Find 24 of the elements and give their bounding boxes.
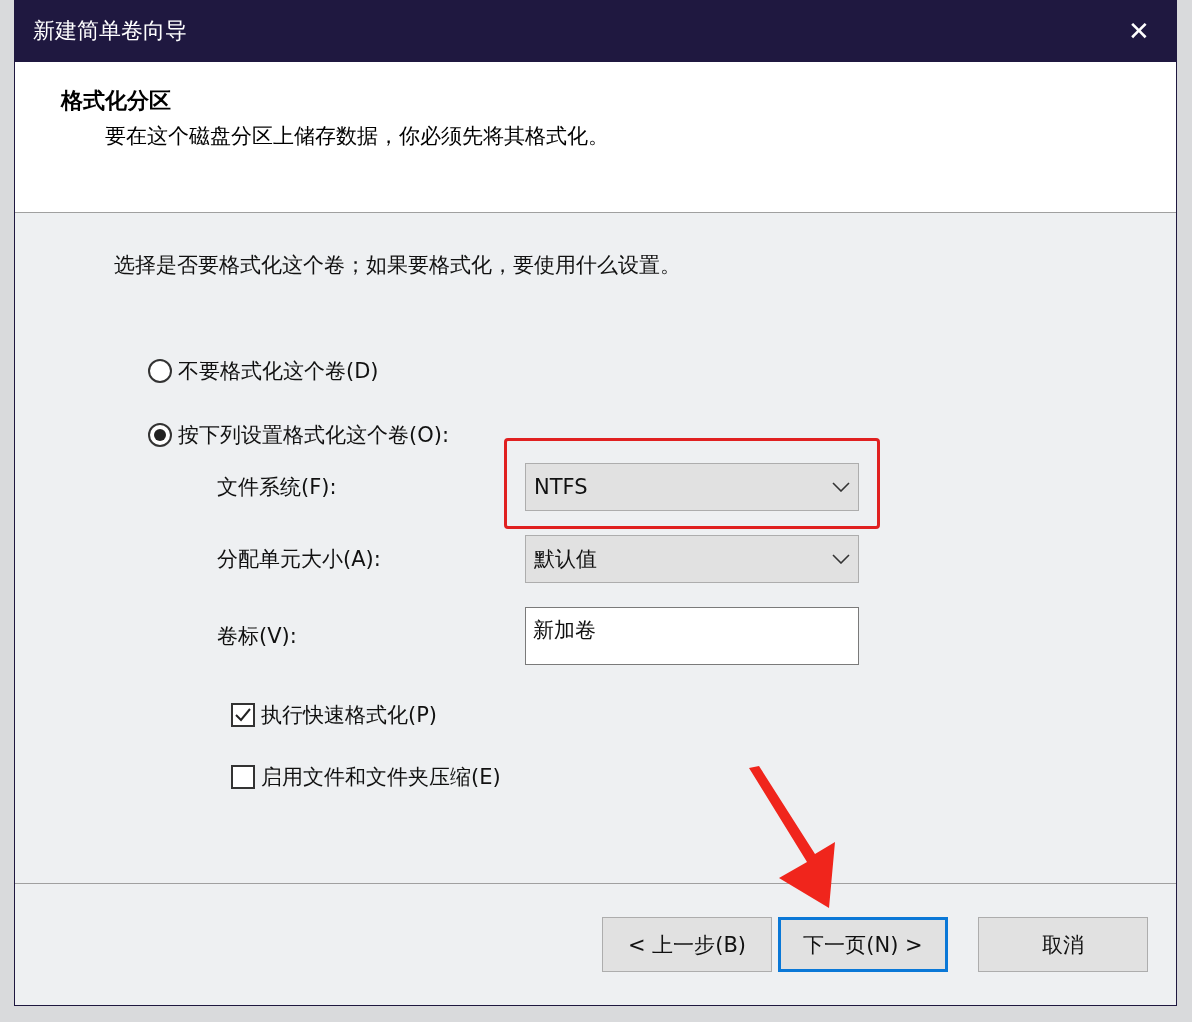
chevron-down-icon [832, 482, 850, 492]
field-label: 卷标(V): [217, 623, 298, 650]
checkbox-label: 执行快速格式化(P) [261, 702, 438, 729]
checkbox-label: 启用文件和文件夹压缩(E) [261, 764, 501, 791]
chevron-down-icon [832, 554, 850, 564]
instruction-text: 选择是否要格式化这个卷；如果要格式化，要使用什么设置。 [114, 252, 682, 279]
window-title: 新建简单卷向导 [33, 17, 187, 45]
option-label: 不要格式化这个卷(D) [178, 358, 379, 385]
dropdown-field[interactable]: NTFS [525, 463, 859, 511]
page-description: 要在这个磁盘分区上储存数据，你必须先将其格式化。 [105, 123, 610, 150]
page-heading: 格式化分区 [61, 87, 172, 115]
radio-button[interactable] [148, 423, 172, 447]
field-label: 分配单元大小(A): [217, 546, 382, 573]
close-button[interactable]: ✕ [1120, 11, 1158, 51]
checkbox[interactable] [231, 765, 255, 789]
checkbox[interactable] [231, 703, 255, 727]
field-label: 文件系统(F): [217, 474, 338, 501]
input-field[interactable]: 新加卷 [525, 607, 859, 665]
dialog-button[interactable]: 下一页(N) > [778, 917, 948, 972]
dropdown-field[interactable]: 默认值 [525, 535, 859, 583]
radio-button[interactable] [148, 359, 172, 383]
dialog-button[interactable]: 取消 [978, 917, 1148, 972]
dialog-button[interactable]: < 上一步(B) [602, 917, 772, 972]
option-label: 按下列设置格式化这个卷(O): [178, 422, 449, 449]
